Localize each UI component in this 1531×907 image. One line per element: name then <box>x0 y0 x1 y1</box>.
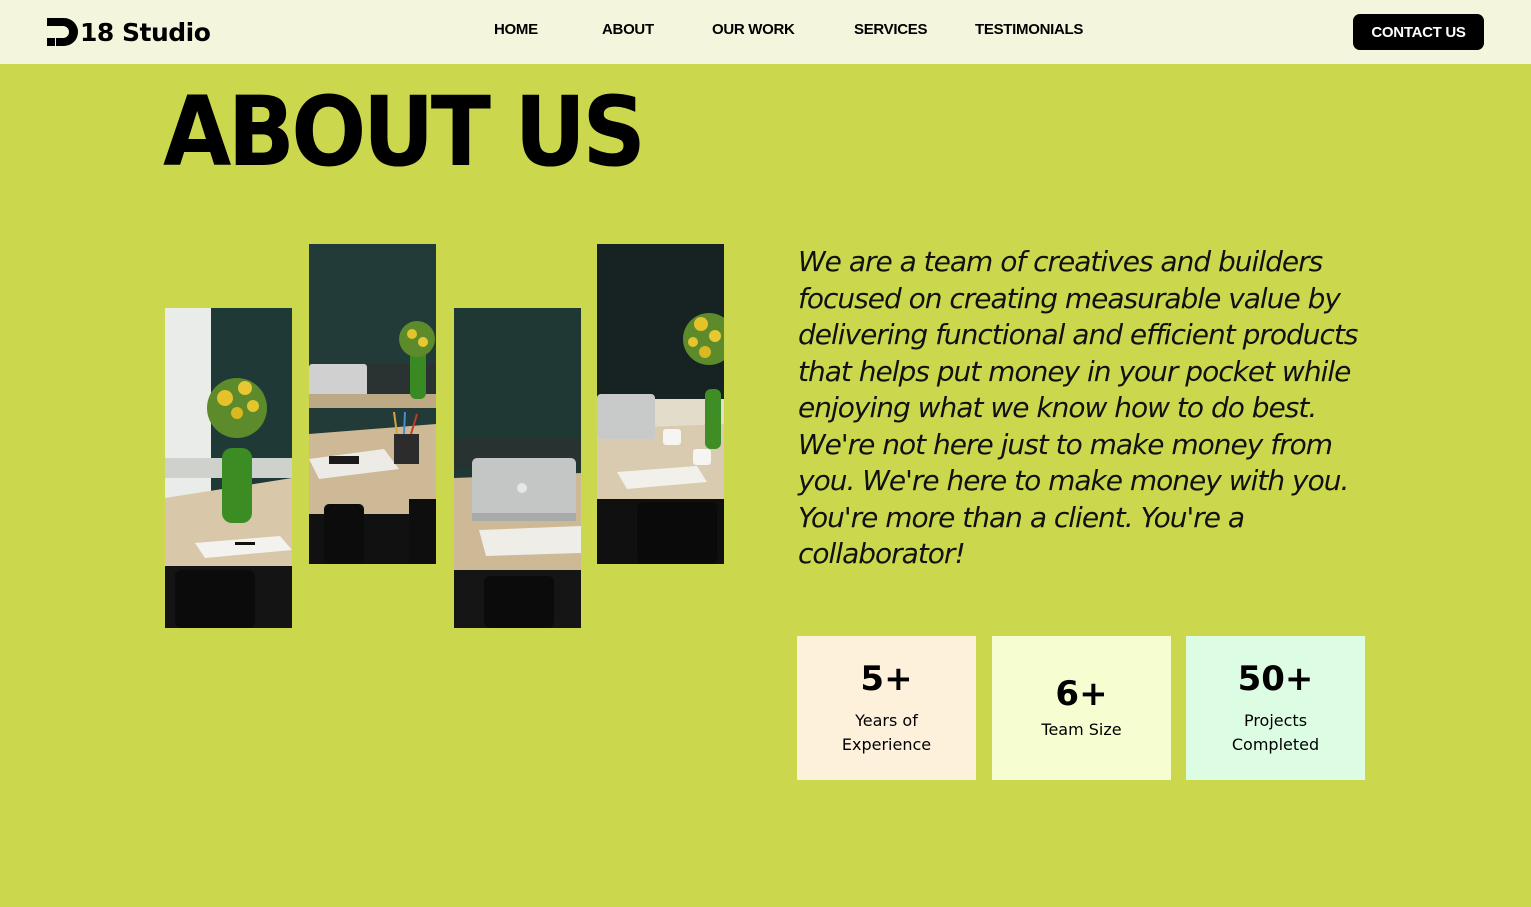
stat-label-line: Completed <box>1231 735 1320 754</box>
nav-testimonials[interactable]: TESTIMONIALS <box>975 21 1083 38</box>
nav-home[interactable]: HOME <box>494 21 538 38</box>
stat-projects-completed: 50+ Projects Completed <box>1186 636 1365 780</box>
stat-value: 6+ <box>1055 674 1108 714</box>
stat-years-experience: 5+ Years of Experience <box>797 636 976 780</box>
stat-label: Team Size <box>1041 718 1121 742</box>
nav-services[interactable]: SERVICES <box>854 21 927 38</box>
office-photo-4 <box>597 244 724 564</box>
about-description: We are a team of creatives and builders … <box>798 245 1359 570</box>
stat-value: 5+ <box>860 659 913 699</box>
stat-label-line: Team Size <box>1041 720 1122 739</box>
stat-value: 50+ <box>1237 659 1314 699</box>
office-photo-1 <box>165 308 292 628</box>
stat-label: Years of Experience <box>842 709 931 757</box>
nav-our-work[interactable]: OUR WORK <box>712 21 795 38</box>
stat-label-line: Years of <box>855 711 918 730</box>
stat-label-line: Projects <box>1243 711 1308 730</box>
office-photo-2 <box>309 244 436 564</box>
stat-team-size: 6+ Team Size <box>992 636 1171 780</box>
page-title: ABOUT US <box>163 76 646 188</box>
main-nav: HOME ABOUT OUR WORK SERVICES TESTIMONIAL… <box>0 21 1531 41</box>
contact-us-button[interactable]: CONTACT US <box>1353 14 1484 50</box>
stat-label-line: Experience <box>841 735 932 754</box>
stat-label: Projects Completed <box>1232 709 1319 757</box>
nav-about[interactable]: ABOUT <box>602 21 654 38</box>
site-header: 18 Studio HOME ABOUT OUR WORK SERVICES T… <box>0 0 1531 64</box>
office-photo-3 <box>454 308 581 628</box>
